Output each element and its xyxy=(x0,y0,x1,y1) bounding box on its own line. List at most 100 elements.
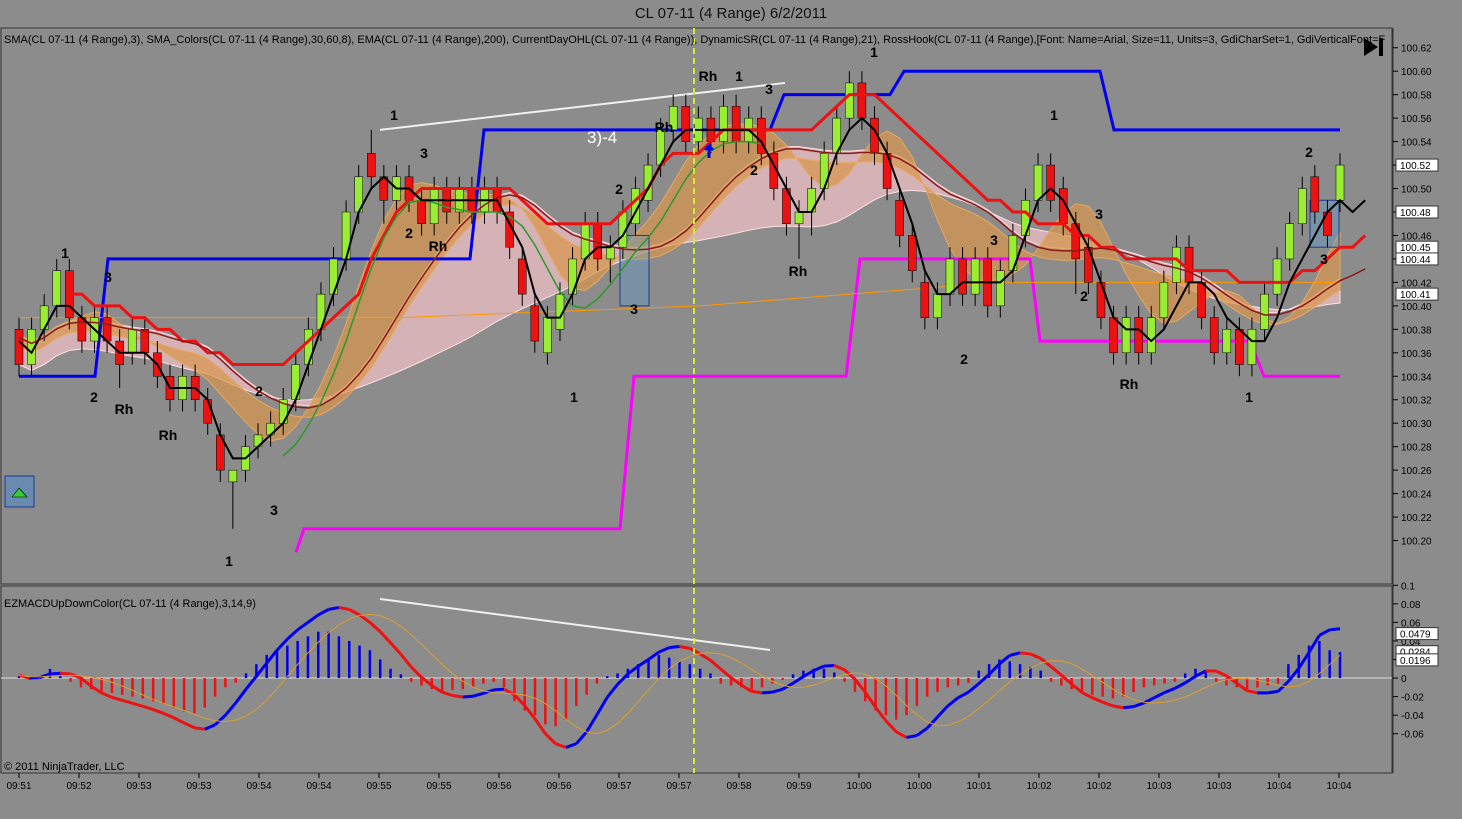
macd-line-segment xyxy=(669,645,680,650)
macd-line-segment xyxy=(338,606,350,611)
price-tick-label: 100.58 xyxy=(1401,91,1432,102)
macd-line-segment xyxy=(906,734,918,739)
time-tick-label: 09:57 xyxy=(606,781,631,792)
pattern-label: 1 xyxy=(570,389,578,405)
pattern-label: 1 xyxy=(1245,389,1253,405)
pattern-label: 2 xyxy=(405,225,413,241)
pattern-label: Rh xyxy=(159,427,178,443)
svg-text:100.52: 100.52 xyxy=(1400,161,1431,172)
price-tick-label: 100.40 xyxy=(1401,302,1432,313)
time-tick-label: 10:01 xyxy=(966,781,991,792)
price-tick-label: 100.60 xyxy=(1401,67,1432,78)
macd-tick-label: 0 xyxy=(1401,674,1407,685)
macd-tick-label: -0.02 xyxy=(1401,693,1424,704)
time-tick-label: 09:54 xyxy=(306,781,331,792)
time-tick-label: 09:59 xyxy=(786,781,811,792)
pattern-label: 2 xyxy=(255,383,263,399)
time-tick-label: 09:58 xyxy=(726,781,751,792)
pattern-label: Rh xyxy=(699,68,718,84)
macd-line-segment xyxy=(49,671,61,676)
time-tick-label: 09:57 xyxy=(666,781,691,792)
pattern-label: 2 xyxy=(90,389,98,405)
price-marker: 100.41 xyxy=(1395,287,1439,301)
macd-line-segment xyxy=(493,687,505,692)
time-tick-label: 10:03 xyxy=(1206,781,1231,792)
macd-line-segment xyxy=(1112,704,1124,710)
macd-indicator-text: EZMACDUpDownColor(CL 07-11 (4 Range),3,1… xyxy=(4,598,256,610)
macd-line-segment xyxy=(751,689,763,695)
time-axis: 09:51 09:52 09:53 09:53 09:54 09:54 09:55 09:55… xyxy=(6,773,1352,792)
macd-line-segment xyxy=(1329,627,1341,632)
time-tick-label: 10:00 xyxy=(846,781,871,792)
pattern-label: 3 xyxy=(1320,251,1328,267)
pattern-label: 1 xyxy=(61,245,69,261)
price-tick-label: 100.36 xyxy=(1401,349,1432,360)
pattern-label: 3 xyxy=(630,301,638,317)
price-tick-label: 100.34 xyxy=(1401,372,1432,383)
macd-marker: 0.0196 xyxy=(1395,653,1439,667)
time-tick-label: 09:52 xyxy=(66,781,91,792)
macd-tick-label: -0.06 xyxy=(1401,730,1424,741)
time-tick-label: 10:04 xyxy=(1266,781,1291,792)
price-tick-label: 100.50 xyxy=(1401,185,1432,196)
price-tick-label: 100.30 xyxy=(1401,419,1432,430)
macd-line-segment xyxy=(761,690,773,695)
window-title: CL 07-11 (4 Range) 6/2/2011 xyxy=(0,0,1462,28)
time-tick-label: 09:54 xyxy=(246,781,271,792)
macd-tick-label: 0.08 xyxy=(1401,600,1421,611)
macd-line-segment xyxy=(1123,705,1134,710)
pattern-label: 1 xyxy=(1050,107,1058,123)
pattern-label: 2 xyxy=(750,162,758,178)
time-tick-label: 09:55 xyxy=(426,781,451,792)
macd-line-segment xyxy=(1267,689,1279,695)
time-tick-label: 09:56 xyxy=(546,781,571,792)
svg-text:100.48: 100.48 xyxy=(1400,208,1431,219)
price-tick-label: 100.28 xyxy=(1401,443,1432,454)
macd-tick-label: 0.1 xyxy=(1401,581,1415,592)
time-tick-label: 09:53 xyxy=(126,781,151,792)
pattern-label: 3 xyxy=(990,232,998,248)
scroll-up-button[interactable] xyxy=(4,475,35,508)
time-tick-label: 09:56 xyxy=(486,781,511,792)
pattern-label: Rh xyxy=(789,263,808,279)
price-tick-label: 100.54 xyxy=(1401,138,1432,149)
svg-text:0.0196: 0.0196 xyxy=(1400,656,1431,667)
time-tick-label: 10:02 xyxy=(1086,781,1111,792)
pattern-label: 3 xyxy=(765,81,773,97)
macd-line-segment xyxy=(823,663,835,668)
macd-axis: 0.10.080.060.040.020-0.02-0.04-0.060.047… xyxy=(1393,581,1439,741)
time-tick-label: 09:55 xyxy=(366,781,391,792)
time-tick-label: 09:51 xyxy=(6,781,31,792)
pattern-label: 2 xyxy=(1080,288,1088,304)
macd-tick-label: -0.04 xyxy=(1401,711,1424,722)
price-tick-label: 100.56 xyxy=(1401,114,1432,125)
time-tick-label: 10:02 xyxy=(1026,781,1051,792)
macd-panel[interactable] xyxy=(0,585,1393,774)
macd-line-segment xyxy=(328,606,340,611)
price-indicator-text: SMA(CL 07-11 (4 Range),3), SMA_Colors(CL… xyxy=(4,34,1385,46)
svg-text:100.44: 100.44 xyxy=(1400,255,1431,266)
price-marker: 100.45 xyxy=(1395,240,1439,254)
price-tick-label: 100.32 xyxy=(1401,396,1432,407)
pattern-label: 3 xyxy=(270,502,278,518)
macd-line-segment xyxy=(194,726,205,731)
pattern-label: Rh xyxy=(429,238,448,254)
chart-area[interactable]: 1 3 2 Rh Rh 2 3 1 1 3 2 Rh 1 2 3 Rh Rh 1 3 2 Rh 1 3 2 1 3 2 Rh 1 2 3 1… xyxy=(0,27,1462,819)
macd-line-segment xyxy=(1019,651,1031,656)
svg-text:100.41: 100.41 xyxy=(1400,290,1431,301)
pattern-label: 3 xyxy=(420,145,428,161)
pattern-label: 2 xyxy=(960,351,968,367)
pattern-label: 1 xyxy=(735,68,743,84)
pattern-label: 3 xyxy=(1095,206,1103,222)
time-tick-label: 10:04 xyxy=(1326,781,1351,792)
price-marker: 100.44 xyxy=(1395,252,1439,266)
time-tick-label: 09:53 xyxy=(186,781,211,792)
macd-line-segment xyxy=(462,694,474,699)
macd-line-segment xyxy=(679,645,691,650)
price-tick-label: 100.38 xyxy=(1401,325,1432,336)
pattern-label: Rh xyxy=(655,119,674,135)
pattern-label: 1 xyxy=(870,44,878,60)
price-tick-label: 100.20 xyxy=(1401,537,1432,548)
time-tick-label: 10:00 xyxy=(906,781,931,792)
svg-text:0.0479: 0.0479 xyxy=(1400,630,1431,641)
